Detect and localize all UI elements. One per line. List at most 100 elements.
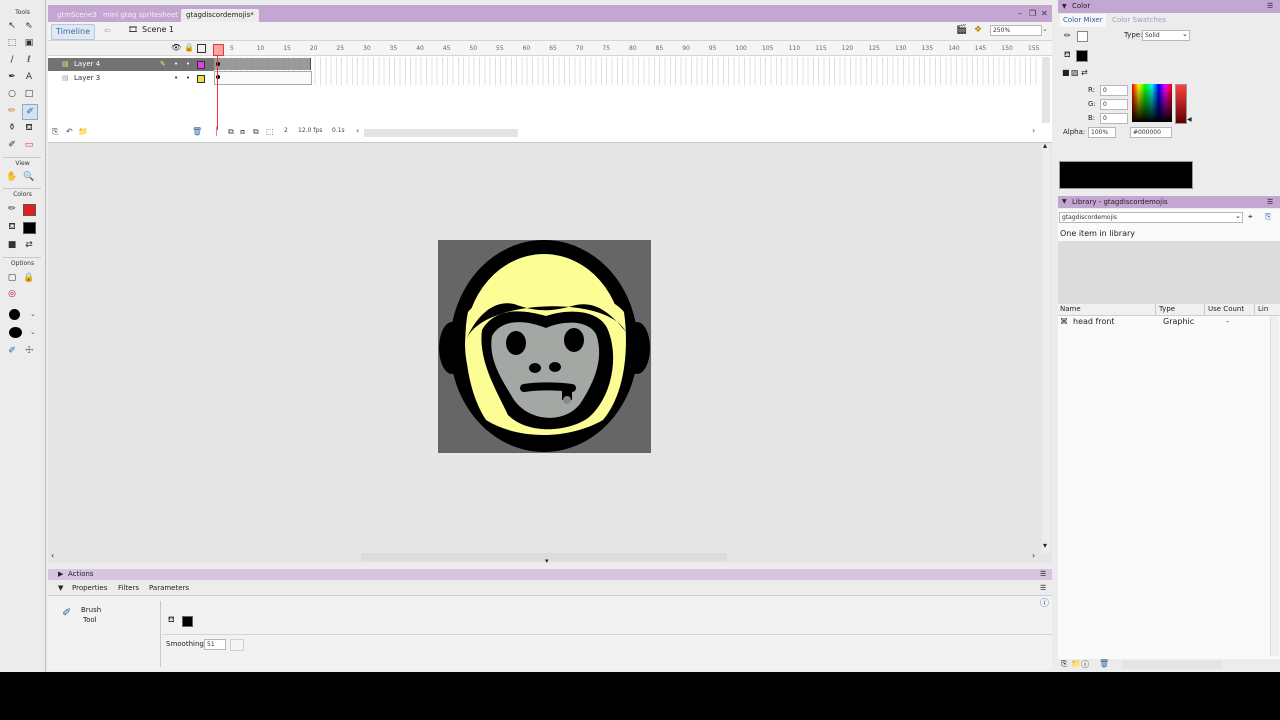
object-drawing-icon[interactable]: ▢ <box>5 271 19 285</box>
alpha-input[interactable]: 100% <box>1088 127 1116 138</box>
stroke-swatch[interactable] <box>1077 31 1088 42</box>
red-input[interactable]: 0 <box>1100 85 1128 96</box>
zoom-tool-icon[interactable]: 🔍 <box>22 170 36 184</box>
stage-horizontal-scrollbar[interactable] <box>361 553 727 561</box>
eyedropper-tool-icon[interactable]: ✐ <box>5 138 19 152</box>
brush-tool-icon[interactable]: ✐ <box>22 104 38 120</box>
subselection-tool-icon[interactable]: ⇖ <box>22 19 36 33</box>
close-icon[interactable]: ✕ <box>1041 9 1048 18</box>
panel-menu-icon[interactable]: ☰ <box>1267 0 1273 13</box>
library-vertical-scrollbar[interactable] <box>1270 316 1279 656</box>
edit-scene-icon[interactable]: 🎬 <box>956 25 967 35</box>
brush-mode-icon[interactable]: ◎ <box>5 287 19 301</box>
onion-outline-icon[interactable]: ⧈ <box>240 127 245 137</box>
insert-layer-icon[interactable]: ⎘ <box>52 127 58 137</box>
layer-outline-color-icon[interactable] <box>197 75 205 83</box>
expand-arrow-icon[interactable]: ▶ <box>58 569 63 580</box>
swap-colors-icon[interactable]: ⇄ <box>1081 68 1088 77</box>
tab-properties[interactable]: Properties <box>72 582 107 595</box>
library-document-select[interactable]: gtagdiscordemojis <box>1059 212 1243 223</box>
eye-icon[interactable]: 👁 <box>171 43 181 52</box>
zoom-field[interactable]: 250% <box>990 25 1042 36</box>
fill-swatch[interactable] <box>1076 50 1088 62</box>
tab-parameters[interactable]: Parameters <box>149 582 189 595</box>
outline-icon[interactable] <box>197 44 206 53</box>
pin-library-icon[interactable]: ⌖ <box>1248 212 1253 222</box>
panel-menu-icon[interactable]: ☰ <box>1267 196 1273 208</box>
scroll-down-icon[interactable]: ▾ <box>1043 541 1047 550</box>
gradient-transform-tool-icon[interactable]: ▣ <box>22 36 36 50</box>
brush-shape-icon[interactable] <box>9 327 22 338</box>
stage-vertical-scrollbar[interactable] <box>1042 145 1050 553</box>
lock-fill-icon[interactable]: 🔒 <box>22 271 36 285</box>
collapse-arrow-icon[interactable]: ▼ <box>58 582 63 595</box>
ink-bottle-tool-icon[interactable]: ⚱ <box>5 121 19 135</box>
column-use-count[interactable]: Use Count <box>1208 304 1244 315</box>
library-row[interactable]: ⌘ head front Graphic - <box>1058 316 1270 328</box>
layer-name[interactable]: Layer 4 <box>74 58 100 71</box>
rectangle-tool-icon[interactable]: □ <box>22 87 36 101</box>
new-folder-icon[interactable]: 📁 <box>1071 659 1081 668</box>
layer-name[interactable]: Layer 3 <box>74 72 100 85</box>
playhead-handle[interactable] <box>213 44 224 56</box>
monkey-face-drawing[interactable] <box>438 240 651 453</box>
stage-area[interactable]: ▴ ▾ ‹ › ▾ <box>48 141 1052 565</box>
panel-menu-icon[interactable]: ☰ <box>1040 582 1046 595</box>
modify-onion-markers-icon[interactable]: ⬚ <box>266 127 274 136</box>
selection-tool-icon[interactable]: ↖ <box>5 19 19 33</box>
tilt-icon[interactable]: ☩ <box>22 344 36 358</box>
layer-outline-color-icon[interactable] <box>197 61 205 69</box>
smoothing-input[interactable]: 51 <box>204 639 226 650</box>
text-tool-icon[interactable]: A <box>22 70 36 84</box>
tab-color-mixer[interactable]: Color Mixer <box>1060 14 1106 27</box>
oval-tool-icon[interactable]: ○ <box>5 87 19 101</box>
center-frame-icon[interactable]: │ <box>214 127 219 136</box>
hex-input[interactable]: #000000 <box>1130 127 1172 138</box>
smoothing-slider-button[interactable] <box>230 639 244 651</box>
tab-color-swatches[interactable]: Color Swatches <box>1112 14 1166 27</box>
brush-size-icon[interactable] <box>9 309 20 320</box>
scroll-left-icon[interactable]: ‹ <box>356 126 359 135</box>
tab-filters[interactable]: Filters <box>118 582 139 595</box>
blue-input[interactable]: 0 <box>1100 113 1128 124</box>
stroke-color-icon[interactable]: ✏ <box>5 202 19 216</box>
layer-lock-dot-icon[interactable]: • <box>186 72 190 85</box>
onion-skin-icon[interactable]: ⧉ <box>228 127 234 137</box>
green-input[interactable]: 0 <box>1100 99 1128 110</box>
zoom-dropdown-icon[interactable]: ⌄ <box>1042 25 1048 33</box>
layer-row[interactable]: ▤ Layer 3 • • <box>48 72 214 85</box>
frame-span-selected[interactable] <box>214 58 311 70</box>
collapse-arrow-icon[interactable]: ▼ <box>1062 196 1067 208</box>
swap-colors-icon[interactable]: ⇄ <box>22 238 36 252</box>
playhead[interactable] <box>217 44 218 130</box>
document-tab[interactable]: mini gtag spritesheet <box>98 9 183 22</box>
library-panel-header[interactable]: ▼ Library - gtagdiscordemojis ☰ <box>1058 196 1280 208</box>
frames-grid[interactable] <box>214 57 1038 85</box>
frame-span[interactable] <box>214 71 312 85</box>
insert-folder-icon[interactable]: 📁 <box>78 127 88 136</box>
brush-shape-dropdown-icon[interactable]: ⌄ <box>30 328 36 336</box>
lock-icon[interactable]: 🔒 <box>184 43 194 52</box>
stage-canvas[interactable] <box>438 240 651 453</box>
actions-panel-header[interactable]: ▶ Actions ☰ <box>48 569 1052 580</box>
default-colors-icon[interactable]: ■ <box>1062 68 1070 77</box>
help-icon[interactable]: ⓘ <box>1040 596 1049 609</box>
fill-color-swatch[interactable] <box>23 222 36 234</box>
pen-tool-icon[interactable]: ✒ <box>5 70 19 84</box>
paint-bucket-tool-icon[interactable]: ⛾ <box>22 121 36 135</box>
slider-thumb-icon[interactable]: ◀ <box>1187 116 1192 123</box>
brightness-slider[interactable] <box>1175 84 1187 124</box>
default-colors-icon[interactable]: ■ <box>5 238 19 252</box>
stroke-color-swatch[interactable] <box>23 204 36 216</box>
eraser-tool-icon[interactable]: ▭ <box>22 138 36 152</box>
layer-lock-dot-icon[interactable]: • <box>186 58 190 71</box>
fill-color-icon[interactable]: ⛾ <box>5 220 19 234</box>
document-tab-active[interactable]: gtagdiscordemojis* <box>181 9 259 22</box>
scroll-up-icon[interactable]: ▴ <box>1043 141 1047 150</box>
color-spectrum[interactable] <box>1132 84 1172 122</box>
collapse-arrow-icon[interactable]: ▼ <box>1062 0 1067 13</box>
scroll-left-icon[interactable]: ‹ <box>51 551 54 560</box>
fill-color-swatch[interactable] <box>182 616 193 627</box>
timeline-vertical-scrollbar[interactable] <box>1042 57 1050 123</box>
layer-row-selected[interactable]: ▤ Layer 4 ✎ • • <box>48 58 214 71</box>
